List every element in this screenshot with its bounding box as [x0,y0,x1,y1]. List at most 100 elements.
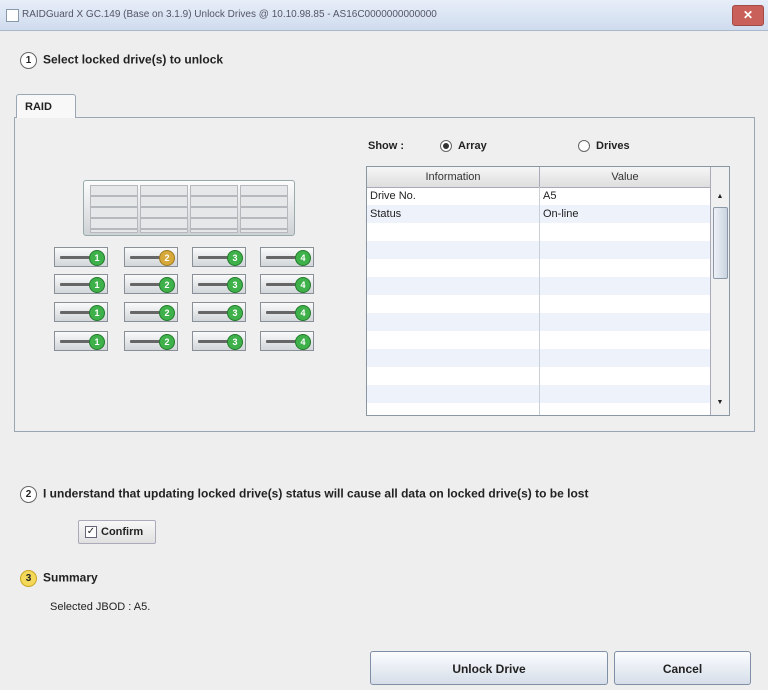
drive-handle [60,311,90,314]
drive-slot[interactable]: 2 [124,302,178,322]
drive-slot[interactable]: 1 [54,247,108,267]
table-scrollbar[interactable]: ▲ ▼ [710,167,729,415]
scroll-up-icon[interactable]: ▲ [712,189,728,205]
drive-handle [266,340,296,343]
drive-status-icon: 4 [295,250,311,266]
drive-status-icon: 4 [295,305,311,321]
step1-number-icon: 1 [20,52,37,69]
drive-slot[interactable]: 3 [192,274,246,294]
step3-number-icon: 3 [20,570,37,587]
drive-slot[interactable]: 3 [192,247,246,267]
drive-slot[interactable]: 3 [192,331,246,351]
table-cell-information [367,331,370,349]
step1-label: Select locked drive(s) to unlock [43,52,224,67]
table-cell-information [367,349,370,367]
window-title: RAIDGuard X GC.149 (Base on 3.1.9) Unloc… [22,9,437,20]
lock-icon: 2 [159,250,175,266]
table-cell-value [540,331,543,349]
drive-status-icon: 3 [227,250,243,266]
column-header-value[interactable]: Value [540,167,710,187]
tab-raid[interactable]: RAID [16,94,76,118]
radio-array[interactable]: Array [440,140,487,153]
close-button[interactable]: ✕ [732,5,764,26]
table-cell-value [540,223,543,241]
drive-handle [60,340,90,343]
drive-handle [266,283,296,286]
table-header: Information Value [367,167,710,188]
table-cell-information [367,385,370,403]
table-cell-information: Status [370,208,402,220]
drive-handle [266,311,296,314]
cancel-button[interactable]: Cancel [614,651,751,685]
drive-status-icon: 3 [227,277,243,293]
drive-slot[interactable]: 2 [124,331,178,351]
drive-status-icon: 4 [295,334,311,350]
drive-handle [266,256,296,259]
step1-heading: 1 Select locked drive(s) to unlock [20,52,223,69]
confirm-label: Confirm [101,526,144,538]
drive-handle [198,256,228,259]
table-cell-information [367,259,370,277]
table-cell-value [540,259,543,277]
table-cell-information [367,223,370,241]
radio-array-dot [440,140,452,153]
title-bar: RAIDGuard X GC.149 (Base on 3.1.9) Unloc… [0,0,768,31]
drive-slot[interactable]: 4 [260,274,314,294]
table-cell-value [540,241,543,259]
table-cell-information [367,277,370,295]
step2-heading: 2 I understand that updating locked drive… [20,486,588,503]
radio-drives[interactable]: Drives [578,140,630,153]
table-cell-information: Drive No. [370,190,416,202]
drive-status-icon: 3 [227,334,243,350]
radio-array-label: Array [458,140,487,152]
drive-slot[interactable]: 4 [260,247,314,267]
table-cell-information [367,313,370,331]
drive-slot[interactable]: 2 [124,274,178,294]
show-label: Show : [368,140,405,152]
table-cell-value [540,295,543,313]
drive-status-icon: 2 [159,305,175,321]
drive-slot[interactable]: 1 [54,331,108,351]
drive-status-icon: 1 [89,334,105,350]
drive-slot[interactable]: 1 [54,302,108,322]
drive-status-icon: 3 [227,305,243,321]
column-header-information[interactable]: Information [367,167,540,187]
drive-handle [198,340,228,343]
table-cell-value [540,349,543,367]
drive-handle [60,283,90,286]
scroll-thumb[interactable] [713,207,728,279]
drive-slot[interactable]: 2 [124,247,178,267]
table-cell-value [540,313,543,331]
drive-slot[interactable]: 4 [260,331,314,351]
scroll-down-icon[interactable]: ▼ [712,395,728,411]
drive-slot[interactable]: 1 [54,274,108,294]
drive-handle [130,340,160,343]
drive-status-icon: 1 [89,250,105,266]
checkbox-check-icon: ✓ [85,526,97,538]
drive-slot[interactable]: 3 [192,302,246,322]
drive-handle [130,311,160,314]
radio-drives-dot [578,140,590,153]
drive-handle [130,256,160,259]
drive-slot[interactable]: 4 [260,302,314,322]
unlock-drive-button[interactable]: Unlock Drive [370,651,608,685]
drive-status-icon: 2 [159,334,175,350]
table-cell-information [367,367,370,385]
table-cell-value [540,367,543,385]
summary-text: Selected JBOD : A5. [50,601,151,613]
drive-status-icon: 4 [295,277,311,293]
radio-drives-label: Drives [596,140,630,152]
confirm-checkbox[interactable]: ✓ Confirm [78,520,156,544]
table-cell-information [367,295,370,313]
table-cell-value [540,385,543,403]
drive-status-icon: 1 [89,277,105,293]
drive-handle [198,283,228,286]
table-cell-information [367,241,370,259]
drive-handle [60,256,90,259]
drive-handle [130,283,160,286]
step3-label: Summary [43,570,98,585]
step3-heading: 3 Summary [20,570,98,587]
enclosure-image [83,180,295,236]
drive-status-icon: 1 [89,305,105,321]
drive-handle [198,311,228,314]
